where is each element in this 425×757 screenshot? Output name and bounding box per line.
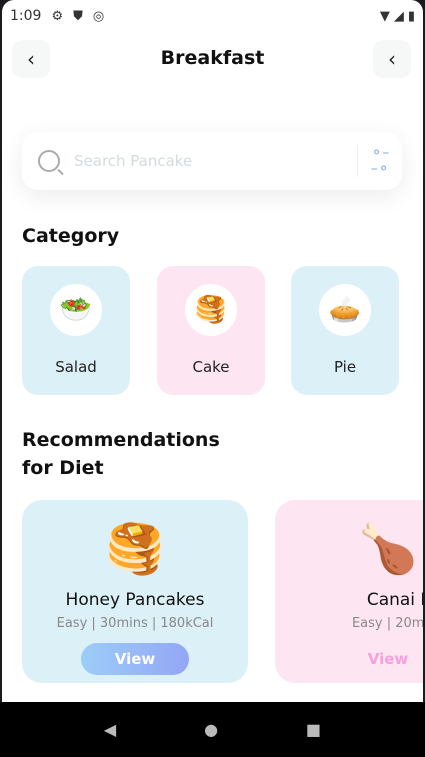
category-label: Pie bbox=[333, 358, 357, 376]
category-pie[interactable]: 🥧 Pie bbox=[291, 266, 399, 395]
cake-icon: 🥞 bbox=[185, 284, 237, 336]
page-title: Breakfast bbox=[160, 47, 265, 69]
pie-icon: 🥧 bbox=[319, 284, 371, 336]
search-icon bbox=[38, 150, 60, 172]
category-salad[interactable]: 🥗 Salad bbox=[22, 266, 130, 395]
view-button[interactable]: View bbox=[334, 643, 423, 675]
recipe-name: Canai Bre bbox=[366, 590, 423, 610]
system-nav-bar: ◀ ● ■ bbox=[0, 702, 425, 757]
wifi-icon: ▼ bbox=[379, 8, 390, 24]
recipe-meta: Easy | 30mins | 180kCal bbox=[56, 616, 214, 631]
category-cake[interactable]: 🥞 Cake bbox=[157, 266, 265, 395]
clock: 1:09 bbox=[10, 8, 42, 24]
search-input[interactable] bbox=[74, 152, 334, 170]
shield-icon: ⛊ bbox=[73, 8, 83, 24]
home-circle-icon[interactable]: ● bbox=[204, 720, 218, 739]
sync-icon: ◎ bbox=[92, 8, 105, 24]
status-bar: 1:09 ⚙ ⛊ ◎ ▼ ◢ ▮ bbox=[10, 6, 415, 26]
recommendations-heading: Recommendations for Diet bbox=[22, 426, 220, 482]
search-bar: ⚬––⚬ bbox=[22, 132, 402, 190]
recommendation-card[interactable]: 🥞 Honey Pancakes Easy | 30mins | 180kCal… bbox=[22, 500, 248, 683]
heading-line: for Diet bbox=[22, 457, 104, 479]
right-nav-button[interactable]: ‹ bbox=[373, 40, 411, 78]
screen: 1:09 ⚙ ⛊ ◎ ▼◢▮ ‹ Breakfast ‹ ⚬––⚬ Catego… bbox=[2, 0, 423, 702]
filter-icon[interactable]: ⚬– –⚬ bbox=[358, 145, 402, 177]
salad-icon: 🥗 bbox=[50, 284, 102, 336]
settings-icon: ⚙ bbox=[51, 8, 64, 24]
back-triangle-icon[interactable]: ◀ bbox=[104, 720, 116, 739]
recents-square-icon[interactable]: ■ bbox=[306, 720, 321, 739]
recipe-name: Honey Pancakes bbox=[65, 590, 205, 610]
heading-line: Recommendations bbox=[22, 429, 220, 451]
pancake-icon: 🥞 bbox=[105, 521, 165, 577]
recommendation-card[interactable]: 🍗 Canai Bre Easy | 20mins | 2 View bbox=[275, 500, 423, 683]
view-button[interactable]: View bbox=[81, 643, 189, 675]
signal-icon: ◢ bbox=[393, 8, 404, 24]
battery-icon: ▮ bbox=[407, 8, 415, 24]
chevron-left-icon: ‹ bbox=[388, 47, 396, 71]
category-heading: Category bbox=[22, 225, 120, 247]
chicken-icon: 🍗 bbox=[358, 521, 418, 577]
recipe-meta: Easy | 20mins | 2 bbox=[351, 616, 423, 631]
category-label: Salad bbox=[55, 358, 97, 376]
category-label: Cake bbox=[192, 358, 230, 376]
